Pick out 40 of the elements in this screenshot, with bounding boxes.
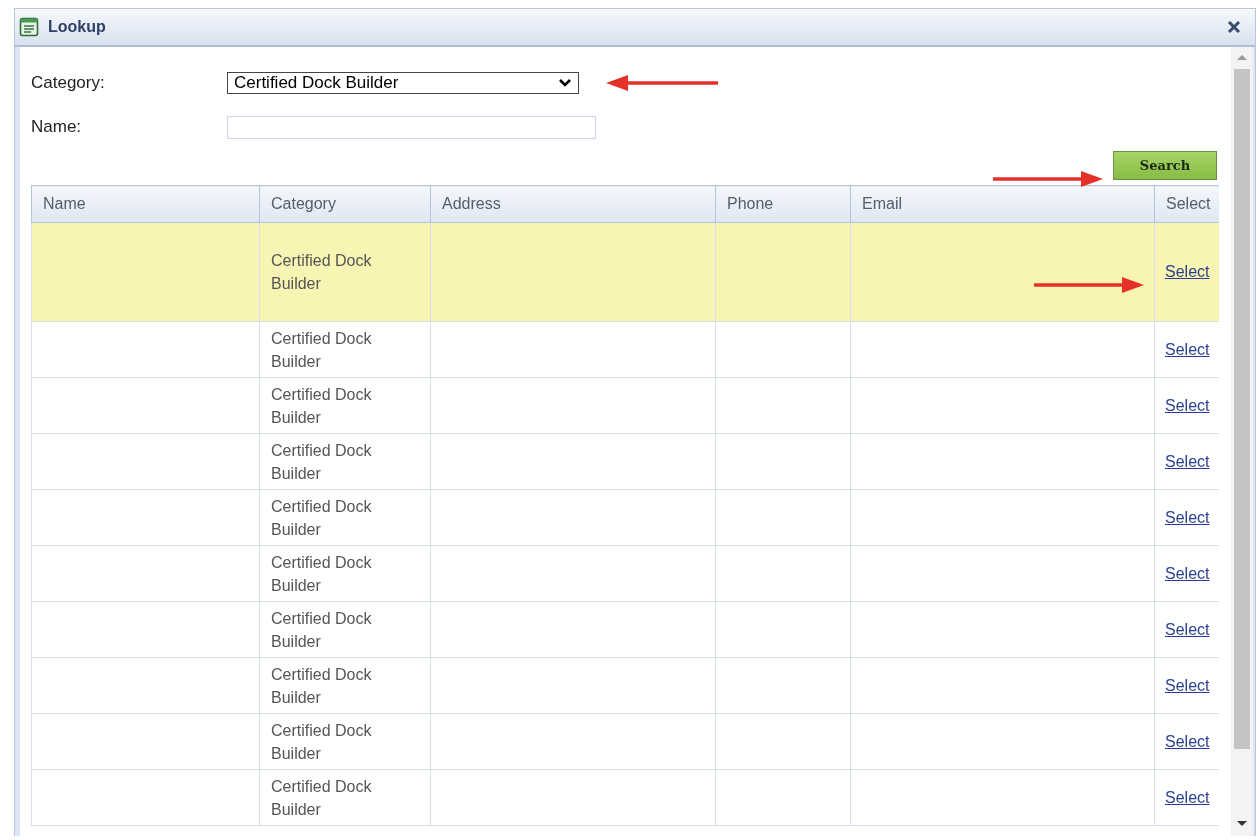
close-icon[interactable] (1227, 20, 1241, 34)
column-header: Category (259, 185, 431, 223)
category-cell-text: Certified Dock Builder (271, 496, 373, 540)
column-header: Address (430, 185, 716, 223)
table-row[interactable]: Certified Dock Builder Select (31, 433, 1219, 490)
table-row[interactable]: Certified Dock Builder Select (31, 489, 1219, 546)
chevron-down-icon (558, 78, 572, 88)
column-header: Select (1154, 185, 1219, 223)
scroll-down-icon[interactable] (1236, 820, 1248, 828)
category-cell-text: Certified Dock Builder (271, 440, 373, 484)
scroll-up-icon[interactable] (1236, 53, 1248, 61)
search-button[interactable]: Search (1113, 151, 1217, 180)
category-cell-text: Certified Dock Builder (271, 328, 373, 372)
table-row[interactable]: Certified Dock Builder Select (31, 601, 1219, 658)
table-row[interactable]: Certified Dock Builder Select (31, 769, 1219, 826)
category-cell-text: Certified Dock Builder (271, 720, 373, 764)
scroll-thumb[interactable] (1234, 69, 1250, 749)
category-cell-text: Certified Dock Builder (271, 552, 373, 596)
name-field[interactable] (227, 115, 596, 139)
table-row[interactable]: Certified Dock Builder Select (31, 222, 1219, 322)
column-header: Email (850, 185, 1155, 223)
form-icon (19, 17, 39, 37)
column-header: Name (31, 185, 260, 223)
scrollbar[interactable] (1231, 47, 1253, 836)
window-title: Lookup (48, 18, 107, 36)
table-row[interactable]: Certified Dock Builder Select (31, 713, 1219, 770)
name-label: Name: (31, 117, 83, 137)
category-dropdown[interactable]: Certified Dock Builder (227, 72, 579, 94)
category-cell-text: Certified Dock Builder (271, 776, 373, 820)
column-header: Phone (715, 185, 851, 223)
table-row[interactable]: Certified Dock Builder Select (31, 321, 1219, 378)
category-cell-text: Certified Dock Builder (271, 251, 373, 294)
table-row[interactable]: Certified Dock Builder Select (31, 657, 1219, 714)
category-cell-text: Certified Dock Builder (271, 608, 373, 652)
table-row[interactable]: Certified Dock Builder Select (31, 545, 1219, 602)
select-link[interactable]: Select (1165, 263, 1210, 280)
category-cell-text: Certified Dock Builder (271, 384, 373, 428)
category-cell-text: Certified Dock Builder (271, 664, 373, 708)
table-row[interactable]: Certified Dock Builder Select (31, 377, 1219, 434)
category-label: Category: (31, 73, 106, 93)
